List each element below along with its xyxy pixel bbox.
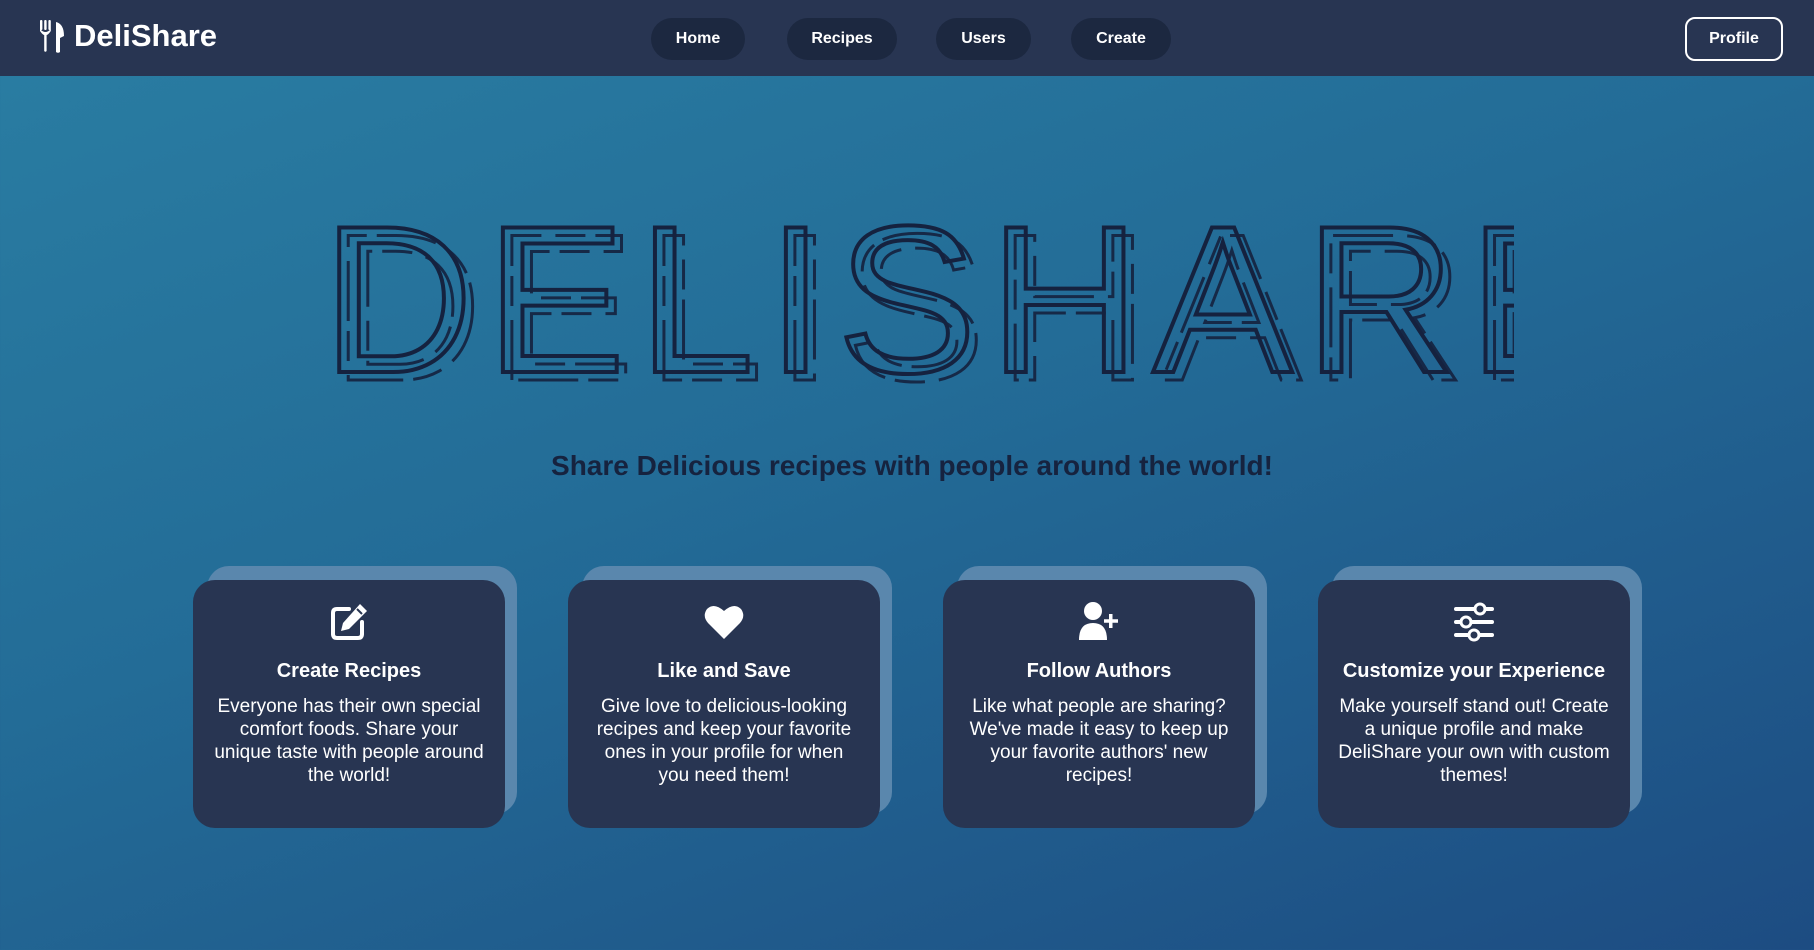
nav-home[interactable]: Home (651, 18, 745, 60)
hero-tagline: Share Delicious recipes with people arou… (551, 450, 1273, 481)
card-title: Follow Authors (1026, 660, 1172, 682)
card-title: Customize your Experience (1342, 660, 1606, 682)
nav-users[interactable]: Users (936, 18, 1031, 60)
user-plus-icon (1079, 602, 1118, 640)
profile-button[interactable]: Profile (1685, 17, 1783, 61)
navbar: DeliShare Home Recipes Users Create Prof… (0, 0, 1814, 76)
nav-create[interactable]: Create (1071, 18, 1171, 60)
card-text: Make yourself stand out! Create a unique… (1338, 696, 1610, 786)
feature-card-customize: Customize your Experience Make yourself … (1318, 566, 1642, 828)
brand-name: DeliShare (74, 18, 218, 53)
card-body: Like and Save Give love to delicious-loo… (568, 580, 880, 828)
card-body: Follow Authors Like what people are shar… (943, 580, 1255, 828)
card-text: Like what people are sharing? We've made… (969, 696, 1229, 786)
card-title: Create Recipes (276, 660, 422, 682)
utensils-icon (40, 20, 64, 53)
card-body: Customize your Experience Make yourself … (1318, 580, 1630, 828)
sliders-icon (1454, 602, 1494, 642)
feature-card-follow: Follow Authors Like what people are shar… (943, 566, 1267, 828)
brand-logo[interactable]: DeliShare (38, 18, 217, 54)
feature-card-create: Create Recipes Everyone has their own sp… (193, 566, 517, 828)
card-text: Give love to delicious-looking recipes a… (596, 696, 852, 786)
card-title: Like and Save (657, 660, 791, 682)
heart-icon (704, 605, 744, 639)
card-body: Create Recipes Everyone has their own sp… (193, 580, 505, 828)
nav-recipes[interactable]: Recipes (787, 18, 897, 60)
feature-card-like: Like and Save Give love to delicious-loo… (568, 566, 892, 828)
card-text: Everyone has their own special comfort f… (214, 696, 484, 786)
hero-title: DELISHARE DELISHARE (320, 200, 1514, 400)
hero-title-text: DELISHARE (322, 200, 1514, 400)
nav-links: Home Recipes Users Create (651, 18, 1171, 60)
edit-icon (331, 604, 367, 640)
